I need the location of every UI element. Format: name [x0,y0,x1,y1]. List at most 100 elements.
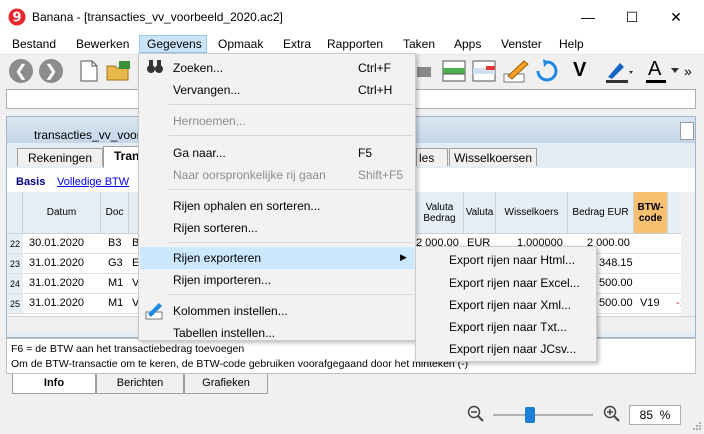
header-btw-code[interactable]: BTW-code [634,192,668,234]
tab-transacties[interactable]: Tran [103,146,143,168]
open-folder-icon[interactable] [106,60,132,82]
menu-bewerken[interactable]: Bewerken [76,37,129,51]
font-color-bar [646,80,666,83]
tab-grafieken[interactable]: Grafieken [184,374,268,394]
menu-apps[interactable]: Apps [454,37,481,51]
recalculate-icon[interactable] [535,59,559,83]
menu-rapporten[interactable]: Rapporten [327,37,383,51]
view-volledige-btw[interactable]: Volledige BTW [57,176,129,188]
view-basis[interactable]: Basis [16,176,45,188]
cell-doc[interactable]: M1 [108,297,123,309]
vertical-scrollbar[interactable] [681,192,695,316]
header-wisselkoers[interactable]: Wisselkoers [496,192,568,234]
menu-separator [169,294,413,295]
menu-venster[interactable]: Venster [501,37,542,51]
menu-item-ga-naar[interactable]: Ga naar... F5 [140,142,414,164]
cell-doc[interactable]: M1 [108,277,123,289]
menu-item-vervangen[interactable]: Vervangen... Ctrl+H [140,79,414,101]
menu-shortcut: Shift+F5 [358,168,404,182]
menu-label: Rijen ophalen en sorteren... [173,199,321,213]
header-valuta[interactable]: Valuta [464,192,496,234]
back-icon[interactable]: ❮ [9,59,33,83]
cell-datum[interactable]: 31.01.2020 [29,297,84,309]
menu-item-export-excel[interactable]: Export rijen naar Excel... [449,276,580,290]
menu-label: Vervangen... [173,83,241,97]
menu-separator [169,189,413,190]
menu-item-rijen-importeren[interactable]: Rijen importeren... [140,269,414,291]
tab-info[interactable]: Info [12,374,96,394]
header-valuta-bedrag[interactable]: Valuta Bedrag [416,192,464,234]
check-v-button[interactable]: V [573,59,586,82]
cell-doc[interactable]: B3 [108,237,121,249]
insert-rows-icon[interactable] [442,60,466,82]
cell-datum[interactable]: 31.01.2020 [29,277,84,289]
menu-item-export-xml[interactable]: Export rijen naar Xml... [449,298,571,312]
menu-item-export-html[interactable]: Export rijen naar Html... [449,253,575,267]
highlighter-icon[interactable] [604,59,634,83]
menu-item-kolommen-instellen[interactable]: Kolommen instellen... [140,300,414,322]
cell-btw-code[interactable]: V19 [640,297,660,309]
menu-gegevens[interactable]: Gegevens [147,37,202,51]
tab-berichten[interactable]: Berichten [96,374,184,394]
cell-bedrag-eur[interactable]: 500.00 [599,277,633,289]
tab-btw-codes[interactable]: les [416,148,448,166]
header-datum[interactable]: Datum [23,192,101,234]
chevron-down-icon[interactable] [671,68,679,74]
menu-label: Tabellen instellen... [173,326,276,340]
binoculars-icon [147,60,163,73]
zoom-out-icon[interactable] [467,405,485,423]
cell-doc[interactable]: G3 [108,257,123,269]
maximize-button[interactable]: ☐ [610,0,654,34]
minimize-button[interactable]: — [566,0,610,34]
menu-item-oorspronkelijke-rij: Naar oorspronkelijke rij gaan Shift+F5 [140,164,414,186]
menu-item-export-txt[interactable]: Export rijen naar Txt... [449,320,567,334]
tool-icon[interactable] [415,63,433,81]
menu-separator [169,104,413,105]
menu-label: Naar oorspronkelijke rij gaan [173,168,326,182]
cell-bedrag-eur[interactable]: 348.15 [599,257,633,269]
forward-icon[interactable]: ❯ [39,59,63,83]
zoom-slider[interactable] [493,405,593,425]
banana-logo-icon: 9 [8,8,26,26]
document-close-button[interactable] [680,122,694,140]
menu-item-rijen-exporteren[interactable]: Rijen exporteren ▶ [140,247,414,269]
menu-item-rijen-sorteren[interactable]: Rijen sorteren... [140,217,414,239]
zoom-unit: % [659,408,671,422]
delete-rows-icon[interactable] [472,60,496,82]
tab-rekeningen[interactable]: Rekeningen [17,148,103,166]
font-color-button[interactable]: A [648,58,661,81]
menu-label: Hernoemen... [173,114,246,128]
cell-bedrag-eur[interactable]: 500.00 [599,297,633,309]
menu-item-export-jcsv[interactable]: Export rijen naar JCsv... [449,342,576,356]
menu-label: Ga naar... [173,146,226,160]
edit-pencil-icon[interactable] [502,58,530,84]
menu-label: Zoeken... [173,61,224,75]
zoom-in-icon[interactable] [603,405,621,423]
close-button[interactable]: ✕ [654,0,698,34]
menu-shortcut: F5 [358,146,373,160]
zoom-value-field[interactable]: 85 % [629,405,681,425]
toolbar-more-icon[interactable]: » [684,63,692,79]
tab-wisselkoersen[interactable]: Wisselkoersen [449,148,537,166]
cell-datum[interactable]: 31.01.2020 [29,257,84,269]
menu-separator [169,135,413,136]
cell-datum[interactable]: 30.01.2020 [29,237,84,249]
logo-text: 9 [12,11,21,26]
menu-item-tabellen-instellen[interactable]: Tabellen instellen... [140,322,414,344]
menu-opmaak[interactable]: Opmaak [218,37,263,51]
header-doc[interactable]: Doc [101,192,129,234]
menu-item-zoeken[interactable]: Zoeken... Ctrl+F [140,57,414,79]
menu-bestand[interactable]: Bestand [12,37,56,51]
window-title: Banana - [transacties_vv_voorbeeld_2020.… [32,10,283,24]
resize-grip-icon[interactable] [692,420,702,430]
row-number: 23 [7,254,23,273]
new-file-icon[interactable] [80,60,98,82]
menu-extra[interactable]: Extra [283,37,311,51]
menu-separator [169,242,413,243]
menu-taken[interactable]: Taken [403,37,435,51]
header-bedrag-eur[interactable]: Bedrag EUR [568,192,634,234]
menu-help[interactable]: Help [559,37,584,51]
bottom-tabs: Info Berichten Grafieken [6,374,696,396]
menu-item-rijen-ophalen[interactable]: Rijen ophalen en sorteren... [140,195,414,217]
zoom-slider-thumb[interactable] [525,407,535,423]
